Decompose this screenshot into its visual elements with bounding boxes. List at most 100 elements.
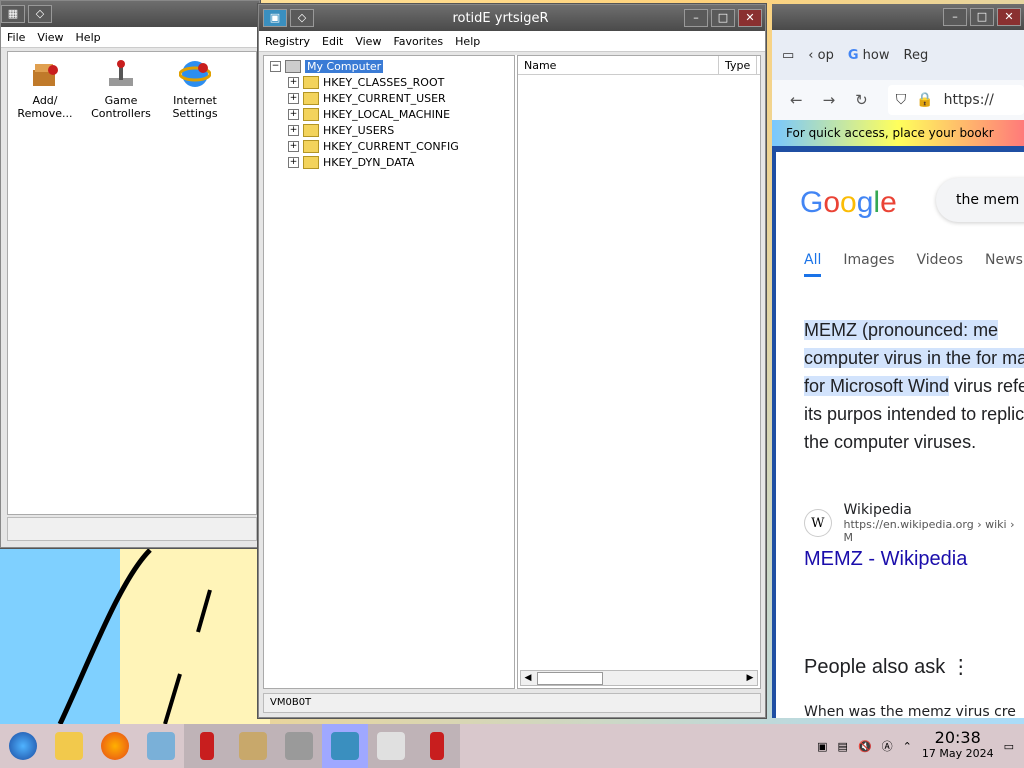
close-button[interactable]: ✕ <box>738 9 762 27</box>
cp-item-add-remove[interactable]: Add/ Remove... <box>10 58 80 120</box>
taskbar-app-10[interactable] <box>414 724 460 768</box>
taskbar-app-4[interactable] <box>138 724 184 768</box>
scroll-right-icon[interactable]: ▶ <box>743 671 757 685</box>
tree-key-label: HKEY_CLASSES_ROOT <box>323 75 445 89</box>
registry-tree: − My Computer + HKEY_CLASSES_ROOT + HKEY… <box>263 55 515 689</box>
volume-muted-icon[interactable]: 🔇 <box>858 740 872 753</box>
clock-time: 20:38 <box>934 728 981 747</box>
taskbar-app-9[interactable] <box>368 724 414 768</box>
pin-icon[interactable]: ◇ <box>28 5 52 23</box>
column-type[interactable]: Type <box>719 56 758 74</box>
taskbar-file-explorer[interactable] <box>46 724 92 768</box>
menu-registry[interactable]: Registry <box>259 35 316 48</box>
google-logo-letter: G <box>800 186 824 219</box>
maximize-button[interactable]: □ <box>711 9 735 27</box>
menu-view[interactable]: View <box>349 35 387 48</box>
clipboard-icon[interactable]: ▤ <box>838 740 848 753</box>
internet-settings-icon <box>178 58 212 90</box>
more-options-icon[interactable]: ⋮ <box>951 656 971 678</box>
cp-item-game-controllers[interactable]: Game Controllers <box>86 58 156 120</box>
result-source[interactable]: W Wikipedia https://en.wikipedia.org › w… <box>804 502 1024 544</box>
reload-icon[interactable]: ↻ <box>855 91 868 109</box>
search-results-page: Google the mem All Images Videos News ME… <box>776 152 1024 718</box>
taskbar-firefox[interactable] <box>92 724 138 768</box>
result-link[interactable]: MEMZ - Wikipedia <box>804 548 967 571</box>
google-logo[interactable]: Google <box>800 186 897 220</box>
search-input[interactable]: the mem <box>936 178 1024 222</box>
maximize-button[interactable]: □ <box>970 8 994 26</box>
menu-edit[interactable]: Edit <box>316 35 349 48</box>
search-tab-all[interactable]: All <box>804 252 822 277</box>
scroll-thumb[interactable] <box>537 672 603 685</box>
taskbar: ▣ ▤ 🔇 Ⓐ ⌃ 20:38 17 May 2024 ▭ <box>0 724 1024 768</box>
tree-key-label: HKEY_CURRENT_CONFIG <box>323 139 459 153</box>
browser-titlebar[interactable]: – □ ✕ <box>772 4 1024 30</box>
control-panel-titlebar[interactable]: ▦ ◇ <box>1 1 259 27</box>
search-tab-images[interactable]: Images <box>843 252 894 277</box>
regedit-icon <box>331 732 359 760</box>
tab-1[interactable]: ‹ op <box>808 48 834 63</box>
tab-overview-icon[interactable]: ▭ <box>782 48 794 63</box>
minimize-button[interactable]: – <box>684 9 708 27</box>
minimize-button[interactable]: – <box>943 8 967 26</box>
tree-node-hkcr[interactable]: + HKEY_CLASSES_ROOT <box>288 74 444 90</box>
start-button[interactable] <box>0 724 46 768</box>
google-logo-letter: o <box>823 186 841 219</box>
notifications-icon[interactable]: ▭ <box>1004 740 1014 753</box>
taskbar-app-7[interactable] <box>276 724 322 768</box>
wine-icon <box>200 732 214 760</box>
registry-titlebar[interactable]: ▣ ◇ rotidE yrtsigeR – □ ✕ <box>259 5 765 31</box>
tree-node-hkcu[interactable]: + HKEY_CURRENT_USER <box>288 90 446 106</box>
expand-icon[interactable]: + <box>288 108 299 120</box>
taskbar-app-6[interactable] <box>230 724 276 768</box>
control-panel-menubar: File View Help <box>1 27 259 48</box>
expand-icon[interactable]: + <box>288 140 299 152</box>
collapse-icon[interactable]: − <box>270 60 281 72</box>
forward-icon[interactable]: → <box>823 91 836 109</box>
tab-3[interactable]: Reg <box>904 48 929 63</box>
cp-item-label: Game Controllers <box>91 94 151 120</box>
menu-favorites[interactable]: Favorites <box>387 35 449 48</box>
pin-icon[interactable]: ◇ <box>290 9 314 27</box>
expand-icon[interactable]: + <box>288 156 299 168</box>
tray-app-icon[interactable]: ▣ <box>817 740 827 753</box>
close-button[interactable]: ✕ <box>997 8 1021 26</box>
column-name[interactable]: Name <box>518 56 719 74</box>
expand-icon[interactable]: + <box>288 124 299 136</box>
back-icon[interactable]: ← <box>790 91 803 109</box>
cp-item-label: Add/ Remove... <box>17 94 73 120</box>
tree-key-label: HKEY_LOCAL_MACHINE <box>323 107 451 121</box>
paa-question[interactable]: When was the memz virus cre <box>804 704 1016 718</box>
tree-node-hku[interactable]: + HKEY_USERS <box>288 122 394 138</box>
menu-help[interactable]: Help <box>70 31 107 44</box>
taskbar-regedit[interactable] <box>322 724 368 768</box>
menu-file[interactable]: File <box>1 31 31 44</box>
tree-node-hklm[interactable]: + HKEY_LOCAL_MACHINE <box>288 106 450 122</box>
tab-2[interactable]: G how <box>848 48 890 63</box>
source-url: https://en.wikipedia.org › wiki › M <box>843 518 1015 544</box>
tree-node-hkcc[interactable]: + HKEY_CURRENT_CONFIG <box>288 138 459 154</box>
registry-menubar: Registry Edit View Favorites Help <box>259 31 765 52</box>
featured-snippet: MEMZ (pronounced: me computer virus in t… <box>804 316 1024 456</box>
menu-view[interactable]: View <box>31 31 69 44</box>
url-text: https:// <box>943 92 994 108</box>
registry-app-icon: ▣ <box>263 9 287 27</box>
notepad-icon <box>239 732 267 760</box>
chevron-up-icon[interactable]: ⌃ <box>903 740 912 753</box>
expand-icon[interactable]: + <box>288 92 299 104</box>
scroll-left-icon[interactable]: ◀ <box>521 671 535 685</box>
keyboard-icon[interactable]: Ⓐ <box>882 738 893 754</box>
window-menu-icon[interactable]: ▦ <box>1 5 25 23</box>
clock[interactable]: 20:38 17 May 2024 <box>922 730 994 762</box>
folder-icon <box>303 91 319 105</box>
search-tab-videos[interactable]: Videos <box>917 252 964 277</box>
tree-node-hkdd[interactable]: + HKEY_DYN_DATA <box>288 154 414 170</box>
cp-item-internet-settings[interactable]: Internet Settings <box>160 58 230 120</box>
search-tab-news[interactable]: News <box>985 252 1023 277</box>
menu-help[interactable]: Help <box>449 35 486 48</box>
tree-node-root[interactable]: − My Computer <box>270 58 384 74</box>
url-bar[interactable]: ⛉ 🔒 https:// <box>887 85 1024 115</box>
taskbar-app-5[interactable] <box>184 724 230 768</box>
horizontal-scrollbar[interactable]: ◀ ▶ <box>520 670 758 686</box>
expand-icon[interactable]: + <box>288 76 299 88</box>
